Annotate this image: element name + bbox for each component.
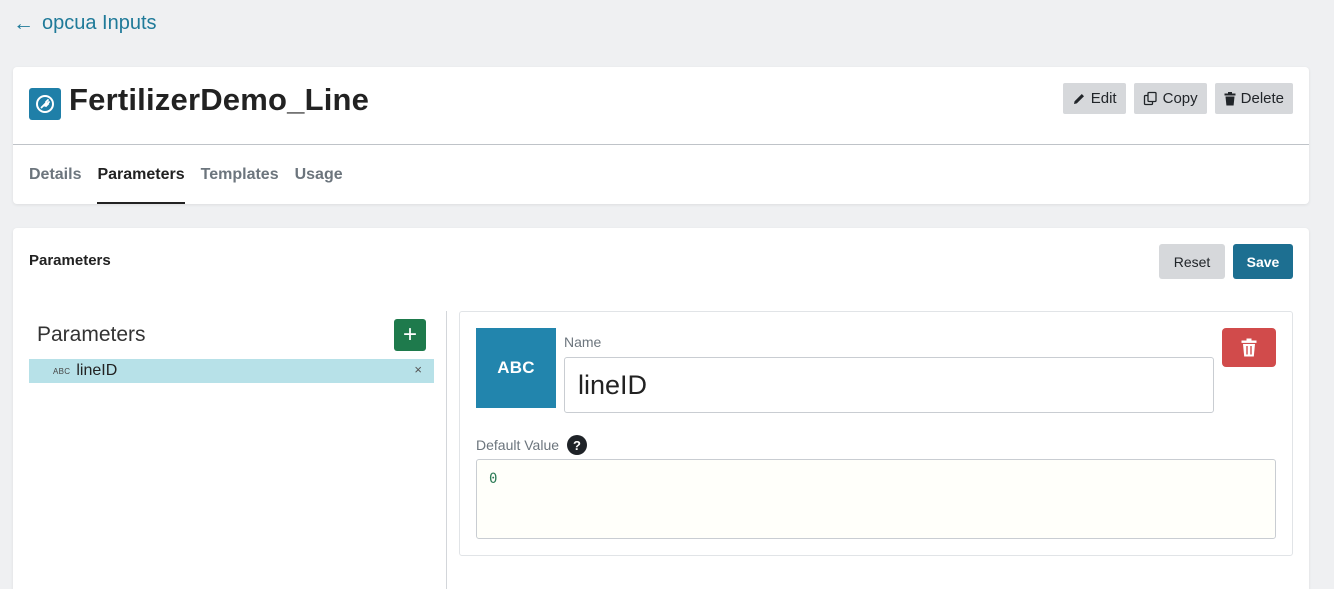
add-parameter-button[interactable]: + bbox=[394, 319, 426, 351]
header-card: FertilizerDemo_Line Edit Copy Delete Det… bbox=[13, 67, 1309, 204]
remove-parameter-icon[interactable]: × bbox=[414, 362, 422, 377]
tab-parameters[interactable]: Parameters bbox=[89, 145, 192, 204]
reset-button[interactable]: Reset bbox=[1159, 244, 1225, 279]
back-link[interactable]: ← opcua Inputs bbox=[13, 12, 157, 35]
save-button[interactable]: Save bbox=[1233, 244, 1293, 279]
copy-icon bbox=[1143, 91, 1157, 106]
edit-button[interactable]: Edit bbox=[1062, 83, 1126, 114]
section-title: Parameters bbox=[29, 252, 111, 269]
name-field-label: Name bbox=[564, 334, 602, 350]
help-icon[interactable]: ? bbox=[567, 435, 588, 455]
parameter-list-panel: Parameters + ABC lineID × bbox=[29, 311, 434, 589]
trash-icon bbox=[1224, 91, 1236, 105]
back-link-label: opcua Inputs bbox=[42, 12, 157, 34]
delete-parameter-button[interactable] bbox=[1222, 328, 1276, 367]
parameter-name: lineID bbox=[76, 362, 118, 379]
copy-button[interactable]: Copy bbox=[1133, 83, 1207, 114]
tab-usage[interactable]: Usage bbox=[287, 145, 351, 204]
parameters-actions: Reset Save bbox=[1159, 244, 1293, 279]
pencil-icon bbox=[1073, 93, 1084, 104]
tab-templates[interactable]: Templates bbox=[193, 145, 287, 204]
tab-bar: Details Parameters Templates Usage bbox=[29, 145, 351, 204]
delete-button-label: Delete bbox=[1240, 90, 1284, 107]
parameter-editor: ABC Name Default Value ? 0 bbox=[459, 311, 1293, 556]
arrow-left-icon: ← bbox=[13, 12, 34, 35]
page-title: FertilizerDemo_Line bbox=[69, 82, 370, 117]
name-field[interactable] bbox=[564, 357, 1214, 413]
default-value-field[interactable]: 0 bbox=[476, 459, 1276, 539]
default-value-label: Default Value bbox=[476, 437, 560, 453]
header-top: FertilizerDemo_Line Edit Copy Delete bbox=[13, 67, 1309, 145]
parameter-list-item[interactable]: ABC lineID × bbox=[29, 359, 434, 383]
trash-icon bbox=[1241, 338, 1257, 357]
parameter-type-badge: ABC bbox=[53, 366, 71, 376]
parameters-card: Parameters Reset Save Parameters + ABC l… bbox=[13, 228, 1309, 589]
copy-button-label: Copy bbox=[1162, 90, 1198, 107]
default-value-label-row: Default Value ? bbox=[476, 435, 588, 455]
plug-circle-icon bbox=[29, 88, 61, 120]
parameter-type-icon: ABC bbox=[476, 328, 556, 408]
edit-button-label: Edit bbox=[1090, 90, 1117, 107]
parameter-list-heading: Parameters bbox=[37, 323, 146, 346]
header-actions: Edit Copy Delete bbox=[1062, 83, 1293, 114]
tab-details[interactable]: Details bbox=[29, 145, 89, 204]
panel-divider bbox=[446, 311, 447, 589]
delete-button[interactable]: Delete bbox=[1214, 83, 1293, 114]
